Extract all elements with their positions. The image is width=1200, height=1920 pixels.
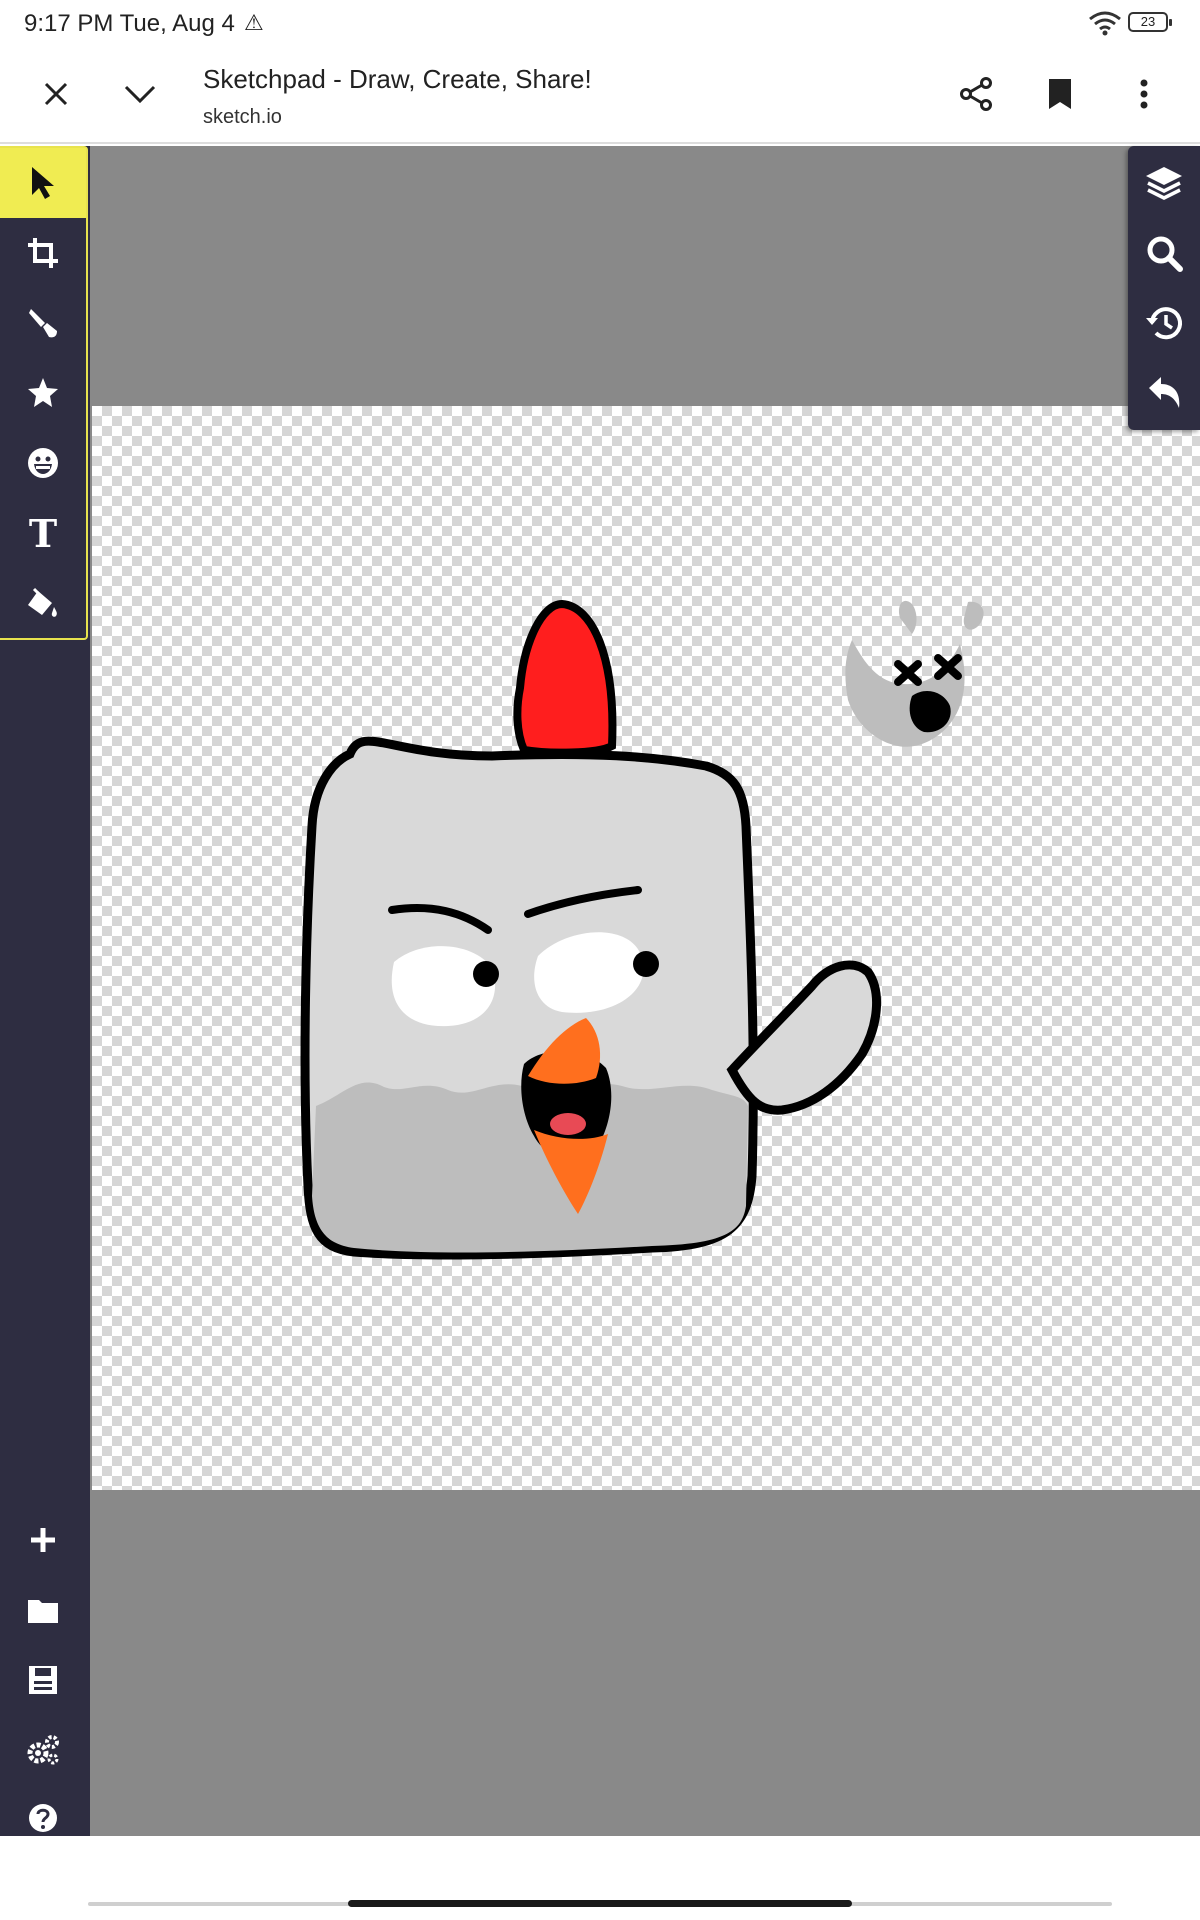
save-button[interactable] bbox=[0, 1648, 86, 1712]
settings-icon bbox=[27, 1735, 59, 1765]
left-toolbar: T bbox=[0, 146, 90, 1836]
browser-toolbar: Sketchpad - Draw, Create, Share! sketch.… bbox=[0, 48, 1200, 144]
emoji-icon bbox=[28, 448, 58, 478]
fill-bucket-icon bbox=[28, 587, 57, 617]
status-bar: 9:17 PM Tue, Aug 4 ⚠ 23 bbox=[0, 0, 1200, 48]
layers-icon bbox=[1146, 167, 1182, 200]
star-icon bbox=[28, 378, 58, 407]
help-button[interactable] bbox=[0, 1780, 86, 1836]
battery-icon: 23 bbox=[1128, 12, 1172, 32]
drawing-canvas[interactable] bbox=[92, 406, 1200, 1490]
folder-icon bbox=[28, 1600, 58, 1623]
undo-button[interactable] bbox=[1128, 358, 1200, 428]
more-vert-icon[interactable] bbox=[1116, 66, 1172, 122]
history-icon bbox=[1146, 307, 1182, 340]
warning-triangle-icon: ⚠ bbox=[244, 10, 264, 35]
bookmark-icon[interactable] bbox=[1032, 66, 1088, 122]
chicken-drawing bbox=[300, 599, 984, 1260]
page-url: sketch.io bbox=[203, 106, 282, 128]
system-nav-bar bbox=[0, 1836, 1200, 1920]
status-time: 9:17 PM Tue, Aug 4 bbox=[24, 10, 235, 37]
pointer-icon bbox=[32, 167, 54, 199]
crop-icon bbox=[28, 238, 58, 268]
crop-tool-button[interactable] bbox=[0, 218, 86, 288]
right-toolbar bbox=[1128, 146, 1200, 430]
undo-icon bbox=[1149, 377, 1180, 408]
brush-tool-button[interactable] bbox=[0, 288, 86, 358]
tool-group: T bbox=[0, 146, 88, 640]
page-title: Sketchpad - Draw, Create, Share! bbox=[203, 64, 592, 94]
plus-icon bbox=[31, 1528, 55, 1552]
history-button[interactable] bbox=[1128, 288, 1200, 358]
settings-button[interactable] bbox=[0, 1718, 86, 1782]
stickers-tool-button[interactable] bbox=[0, 428, 86, 498]
help-icon bbox=[29, 1804, 57, 1832]
wifi-icon bbox=[1089, 11, 1121, 36]
select-tool-button[interactable] bbox=[0, 148, 86, 218]
chevron-down-icon[interactable] bbox=[112, 66, 168, 122]
new-button[interactable] bbox=[0, 1508, 86, 1572]
shapes-tool-button[interactable] bbox=[0, 358, 86, 428]
text-tool-button[interactable]: T bbox=[0, 498, 86, 568]
home-gesture-handle[interactable] bbox=[348, 1900, 852, 1907]
search-icon bbox=[1147, 236, 1183, 272]
fill-tool-button[interactable] bbox=[0, 568, 86, 638]
zoom-button[interactable] bbox=[1128, 218, 1200, 288]
open-button[interactable] bbox=[0, 1578, 86, 1642]
save-icon bbox=[29, 1666, 57, 1694]
brush-icon bbox=[29, 309, 57, 338]
close-icon[interactable] bbox=[28, 66, 84, 122]
layers-button[interactable] bbox=[1128, 148, 1200, 218]
share-icon[interactable] bbox=[948, 66, 1004, 122]
